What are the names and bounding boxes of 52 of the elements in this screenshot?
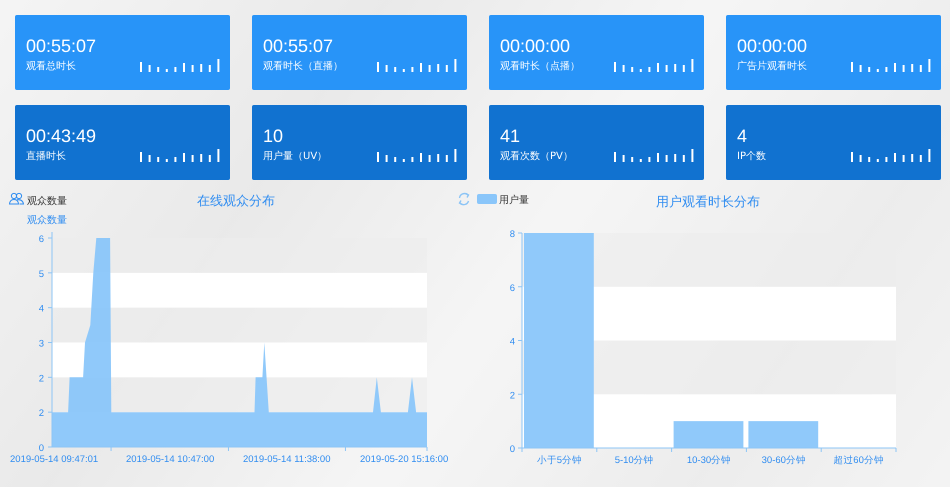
stat-value: 00:00:00 [500,36,572,56]
axis-label: 2019-05-20 15:16:00 [360,454,448,465]
axis-label: 2 [510,390,515,402]
bar-chart-icon [614,148,694,162]
axis-label: 4 [510,336,515,348]
axis-label: 2019-05-14 11:38:00 [243,454,330,465]
bar-chart-icon [614,58,694,72]
bar-chart-icon [140,148,220,162]
stat-value: 10 [263,126,284,146]
axis-label: 0 [38,443,44,454]
stat-label: 观看时长（点播） [500,61,580,73]
stat-label: 观看总时长 [26,61,77,73]
axis-label: 6 [38,234,44,245]
axis-label: 6 [510,282,515,294]
stat-label: IP个数 [737,150,766,162]
stat-value: 4 [737,126,748,146]
axis-label: 0 [510,444,515,455]
bar-chart-icon [851,58,931,72]
bar-chart-icon [377,148,457,162]
axis-label: 5 [38,268,44,280]
axis-label: 2 [38,408,44,420]
legend-label[interactable]: 用户量 [499,195,529,206]
axis-label: 2019-05-14 09:47:01 [10,454,98,465]
stat-label: 观看次数（PV） [500,150,573,162]
axis-label: 2019-05-14 10:47:00 [126,454,214,465]
stat-value: 00:00:00 [737,36,808,56]
axis-label: 5-10分钟 [614,455,654,466]
legend-label[interactable]: 观众数量 [27,196,67,207]
axis-label: 4 [38,304,44,315]
axis-title: 观众数量 [27,215,67,226]
bar-chart-icon [851,148,931,162]
bar-chart-icon [140,58,220,72]
chart-title: 在线观众分布 [197,194,275,209]
chart-title: 用户观看时长分布 [656,195,760,210]
axis-label: 小于5分钟 [536,455,582,466]
stat-label: 广告片观看时长 [737,61,808,73]
stat-value: 00:43:49 [26,126,96,146]
refresh-icon[interactable] [458,192,470,206]
bar-chart-icon [377,58,457,72]
axis-label: 30-60分钟 [762,455,806,466]
axis-label: 10-30分钟 [686,455,732,466]
stat-value: 00:55:07 [26,36,96,56]
stat-label: 用户量（UV） [263,150,328,162]
stat-label: 直播时长 [26,150,67,162]
axis-label: 3 [38,338,44,350]
axis-label: 2 [38,373,44,384]
axis-label: 8 [510,229,515,240]
stat-label: 观看时长（直播） [263,61,343,73]
legend-people-icon [9,192,24,204]
stat-value: 41 [500,126,522,146]
stat-value: 00:55:07 [263,36,334,56]
axis-label: 超过60分钟 [833,455,884,466]
